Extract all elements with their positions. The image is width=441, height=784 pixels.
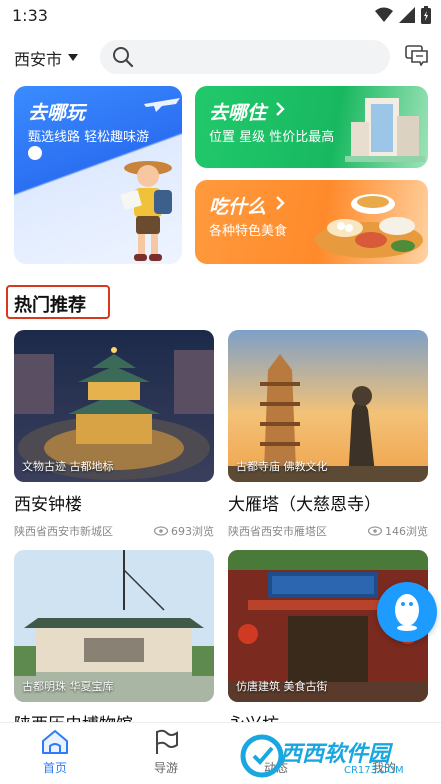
poi-tag: 仿唐建筑 美食古街: [236, 680, 328, 693]
city-label: 西安市: [14, 50, 63, 69]
status-icons: [375, 6, 431, 24]
wifi-icon: [375, 7, 393, 22]
watermark-url: CR173.COM: [344, 765, 404, 776]
watermark-logo: 西西软件园 CR173.COM: [240, 732, 436, 780]
tab-label: 首页: [42, 761, 67, 775]
tab-label: 导游: [153, 761, 178, 775]
poi-views-count: 693浏览: [171, 525, 214, 538]
tab-home[interactable]: 首页: [15, 729, 95, 776]
poi-card[interactable]: 古都寺庙 佛教文化 大雁塔（大慈恩寺） 陕西省西安市雁塔区 146浏览: [228, 330, 428, 539]
top-bar: 西安市: [0, 36, 441, 80]
search-icon: [113, 47, 134, 68]
food-illustration: [315, 194, 423, 258]
poi-name: 西安钟楼: [14, 495, 82, 515]
search-bar[interactable]: [100, 40, 390, 74]
poi-views: 146浏览: [368, 523, 428, 539]
status-bar: 1:33: [0, 0, 441, 32]
poi-name: 大雁塔（大慈恩寺）: [228, 495, 381, 515]
qq-penguin-icon: [395, 594, 419, 631]
poi-tag: 古都寺庙 佛教文化: [236, 460, 328, 473]
poi-meta: 陕西省西安市新城区 693浏览: [14, 523, 214, 539]
poi-card[interactable]: 文物古迹 古都地标 西安钟楼 陕西省西安市新城区 693浏览: [14, 330, 214, 539]
airplane-icon: [144, 98, 180, 112]
card-title: 去哪玩: [28, 102, 86, 124]
city-selector[interactable]: 西安市: [14, 46, 79, 70]
section-title: 热门推荐: [14, 295, 86, 316]
tab-guide[interactable]: 导游: [126, 729, 206, 776]
battery-icon: [421, 6, 431, 24]
status-time: 1:33: [12, 6, 48, 25]
arrow-right-icon: [28, 146, 42, 160]
qq-chat-button[interactable]: [377, 582, 437, 642]
card-subtitle: 甄选线路 轻松趣味游: [28, 130, 150, 145]
poi-location: 陕西省西安市雁塔区: [228, 525, 327, 538]
chevron-right-icon: [276, 196, 285, 210]
eye-icon: [154, 526, 168, 536]
signal-icon: [399, 7, 415, 23]
eye-icon: [368, 526, 382, 536]
flag-icon: [156, 729, 178, 754]
poi-image-history-museum: 古都明珠 华夏宝库: [14, 550, 214, 702]
poi-tag: 文物古迹 古都地标: [22, 460, 114, 473]
poi-image-big-wild-goose-pagoda: 古都寺庙 佛教文化: [228, 330, 428, 482]
card-title: 吃什么: [209, 196, 267, 218]
poi-card[interactable]: 仿唐建筑 美食古街 永兴坊: [228, 550, 428, 735]
hotel-illustration: [345, 98, 425, 162]
poi-card[interactable]: 古都明珠 华夏宝库 陕西历史博物馆: [14, 550, 214, 735]
message-button[interactable]: [405, 44, 429, 70]
search-input[interactable]: [142, 49, 372, 65]
poi-tag: 古都明珠 华夏宝库: [22, 680, 114, 693]
tourist-illustration: [120, 161, 172, 261]
poi-meta: 陕西省西安市雁塔区 146浏览: [228, 523, 428, 539]
home-icon: [42, 730, 68, 754]
card-where-to-stay[interactable]: 去哪住 位置 星级 性价比最高: [195, 86, 428, 168]
watermark-text: 西西软件园: [280, 742, 391, 767]
card-where-to-go[interactable]: 去哪玩 甄选线路 轻松趣味游: [14, 86, 182, 264]
poi-image-bell-tower: 文物古迹 古都地标: [14, 330, 214, 482]
message-icon: [405, 45, 428, 67]
card-subtitle: 各种特色美食: [209, 224, 288, 239]
card-title: 去哪住: [209, 102, 267, 124]
caret-down-icon: [68, 54, 79, 61]
watermark-circle-icon: [240, 734, 284, 778]
card-subtitle: 位置 星级 性价比最高: [209, 130, 335, 145]
poi-views: 693浏览: [154, 523, 214, 539]
chevron-right-icon: [276, 102, 285, 116]
poi-views-count: 146浏览: [385, 525, 428, 538]
poi-location: 陕西省西安市新城区: [14, 525, 113, 538]
card-what-to-eat[interactable]: 吃什么 各种特色美食: [195, 180, 428, 264]
